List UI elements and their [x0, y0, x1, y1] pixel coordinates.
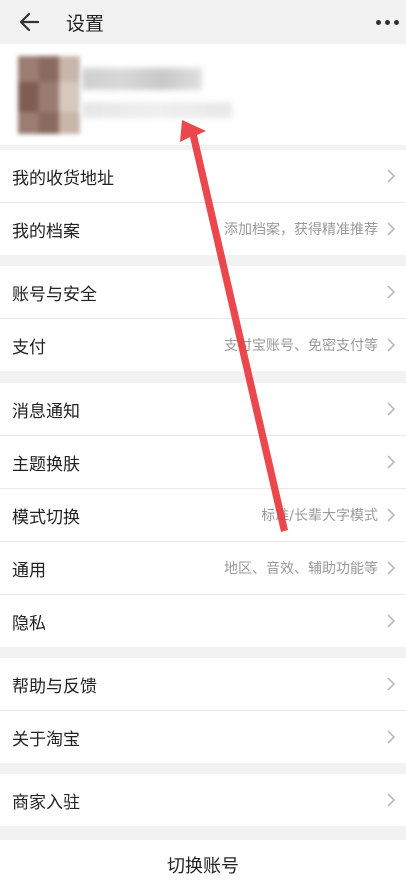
settings-group-account: 账号与安全 支付 支付宝账号、免密支付等 — [0, 266, 406, 371]
settings-group-merchant: 商家入驻 — [0, 774, 406, 826]
row-value: 标准/长辈大字模式 — [261, 508, 378, 524]
chevron-right-icon — [386, 402, 396, 416]
row-label: 商家入驻 — [12, 792, 80, 813]
settings-group-address: 我的收货地址 我的档案 添加档案，获得精准推荐 — [0, 150, 406, 255]
row-label: 模式切换 — [12, 507, 80, 528]
chevron-right-icon — [386, 338, 396, 352]
chevron-right-icon — [386, 793, 396, 807]
chevron-right-icon — [386, 222, 396, 236]
row-label: 主题换肤 — [12, 454, 80, 475]
setting-row-notifications[interactable]: 消息通知 — [0, 383, 406, 436]
chevron-right-icon — [386, 614, 396, 628]
chevron-right-icon — [386, 508, 396, 522]
row-label: 账号与安全 — [12, 284, 97, 305]
setting-row-privacy[interactable]: 隐私 — [0, 595, 406, 647]
page-title: 设置 — [66, 13, 105, 35]
setting-row-mode-switch[interactable]: 模式切换 标准/长辈大字模式 — [0, 489, 406, 542]
chevron-right-icon — [386, 285, 396, 299]
back-button[interactable] — [16, 8, 44, 36]
row-label: 支付 — [12, 337, 46, 358]
chevron-right-icon — [386, 169, 396, 183]
row-value: 支付宝账号、免密支付等 — [224, 338, 378, 354]
more-dots-icon — [375, 19, 381, 25]
more-button[interactable] — [372, 12, 402, 32]
avatar[interactable] — [18, 56, 80, 134]
chevron-right-icon — [386, 561, 396, 575]
nickname-redacted — [82, 68, 202, 90]
setting-row-payment[interactable]: 支付 支付宝账号、免密支付等 — [0, 319, 406, 371]
setting-row-general[interactable]: 通用 地区、音效、辅助功能等 — [0, 542, 406, 595]
setting-row-help-feedback[interactable]: 帮助与反馈 — [0, 658, 406, 711]
setting-row-theme[interactable]: 主题换肤 — [0, 436, 406, 489]
profile-card[interactable] — [0, 44, 406, 145]
switch-account-label: 切换账号 — [167, 856, 239, 877]
setting-row-about[interactable]: 关于淘宝 — [0, 711, 406, 763]
row-label: 帮助与反馈 — [12, 676, 97, 697]
chevron-right-icon — [386, 730, 396, 744]
row-value: 地区、音效、辅助功能等 — [224, 561, 378, 577]
top-bar: 设置 — [0, 0, 406, 44]
setting-row-account-security[interactable]: 账号与安全 — [0, 266, 406, 319]
arrow-left-icon — [19, 12, 40, 32]
setting-row-address[interactable]: 我的收货地址 — [0, 150, 406, 203]
chevron-right-icon — [386, 677, 396, 691]
account-info-redacted — [82, 102, 232, 118]
row-label: 隐私 — [12, 613, 46, 634]
switch-account-button[interactable]: 切换账号 — [0, 840, 406, 890]
setting-row-merchant-join[interactable]: 商家入驻 — [0, 774, 406, 826]
row-label: 通用 — [12, 560, 46, 581]
setting-row-profile[interactable]: 我的档案 添加档案，获得精准推荐 — [0, 203, 406, 255]
settings-group-help: 帮助与反馈 关于淘宝 — [0, 658, 406, 763]
row-label: 消息通知 — [12, 401, 80, 422]
row-label: 我的档案 — [12, 221, 80, 242]
row-value: 添加档案，获得精准推荐 — [224, 222, 378, 238]
row-label: 关于淘宝 — [12, 729, 80, 750]
chevron-right-icon — [386, 455, 396, 469]
row-label: 我的收货地址 — [12, 168, 114, 189]
settings-group-general: 消息通知 主题换肤 模式切换 标准/长辈大字模式 通用 地区、音效、辅助功能等 … — [0, 383, 406, 647]
